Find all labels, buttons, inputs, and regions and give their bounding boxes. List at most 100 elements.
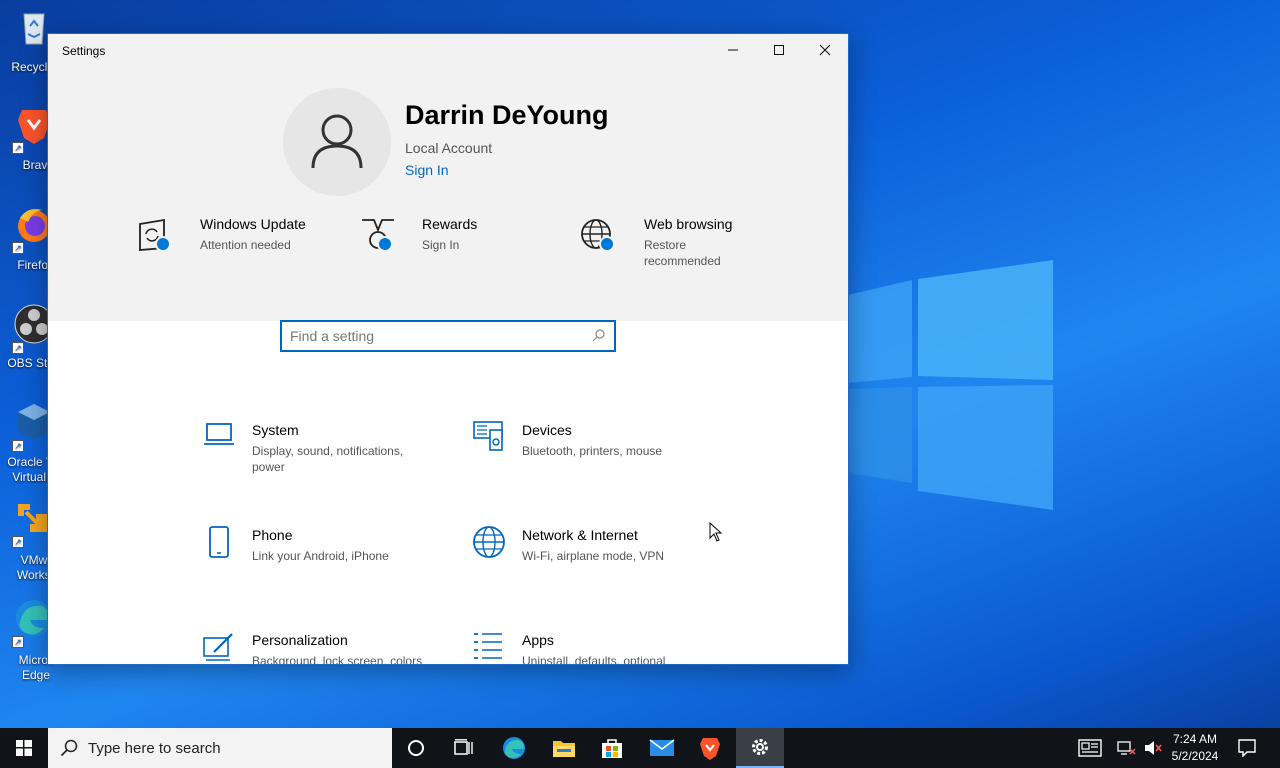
- tile-web-browsing[interactable]: Web browsing Restore recommended: [580, 216, 790, 286]
- desktop-icon-firefox[interactable]: ↗ Firefox: [0, 204, 54, 274]
- shortcut-arrow-icon: ↗: [12, 536, 24, 548]
- taskbar-search-placeholder: Type here to search: [88, 740, 221, 757]
- category-apps[interactable]: Apps Uninstall, defaults, optional: [472, 630, 722, 665]
- mail-icon: [649, 739, 675, 756]
- phone-icon: [209, 526, 229, 558]
- tile-subtitle: Restore recommended: [644, 238, 721, 268]
- category-subtitle: Display, sound, notifications, power: [252, 444, 404, 474]
- category-subtitle: Bluetooth, printers, mouse: [522, 444, 663, 458]
- task-view-button[interactable]: [440, 728, 488, 768]
- settings-window: Settings Darrin DeYoung Local Account Si…: [47, 33, 849, 665]
- web-browsing-icon: [581, 219, 611, 249]
- search-icon: [60, 739, 78, 757]
- maximize-icon: [774, 45, 784, 55]
- category-title: Personalization: [252, 632, 348, 648]
- avatar[interactable]: [283, 88, 391, 196]
- status-dot-icon: [155, 236, 171, 252]
- taskbar-file-explorer[interactable]: [540, 728, 588, 768]
- sign-in-link[interactable]: Sign In: [405, 162, 449, 178]
- folder-icon: [553, 741, 575, 757]
- shortcut-arrow-icon: ↗: [12, 142, 24, 154]
- taskbar-search-box[interactable]: Type here to search: [48, 728, 392, 768]
- windows-wallpaper-logo: [848, 260, 1053, 510]
- store-icon: [602, 739, 622, 758]
- action-center-button[interactable]: [1224, 728, 1270, 768]
- category-subtitle: Wi-Fi, airplane mode, VPN: [522, 549, 665, 563]
- desktop-icon-obs[interactable]: ↗ OBS Stu: [0, 304, 54, 374]
- clock-date: 5/2/2024: [1171, 749, 1219, 763]
- tile-subtitle: Attention needed: [200, 238, 291, 252]
- taskbar-edge[interactable]: [490, 728, 538, 768]
- taskbar: Type here to search 7:24 AM 5/2/2024: [0, 728, 1280, 768]
- shortcut-arrow-icon: ↗: [12, 342, 24, 354]
- category-subtitle: Link your Android, iPhone: [252, 549, 389, 563]
- maximize-button[interactable]: [756, 34, 802, 66]
- brave-icon: [700, 738, 720, 760]
- gear-icon: [752, 739, 768, 755]
- taskbar-brave[interactable]: [686, 728, 734, 768]
- apps-list-icon: [474, 633, 502, 659]
- news-and-interests-button[interactable]: [1068, 728, 1112, 768]
- category-subtitle: Background, lock screen, colors: [252, 654, 423, 665]
- tile-rewards[interactable]: Rewards Sign In: [358, 216, 568, 286]
- category-title: System: [252, 422, 299, 438]
- cortana-icon: [408, 740, 424, 756]
- desktop-icon-label-line2: Edge: [21, 668, 50, 682]
- volume-muted-icon: [1145, 741, 1162, 755]
- category-title: Apps: [522, 632, 554, 648]
- close-button[interactable]: [802, 34, 848, 66]
- globe-icon: [473, 526, 505, 558]
- account-header: Darrin DeYoung Local Account Sign In Win…: [48, 66, 848, 321]
- desktop-icon-vmware[interactable]: ↗ VMwa Workst: [0, 498, 54, 584]
- window-title: Settings: [62, 44, 106, 58]
- cortana-button[interactable]: [392, 728, 440, 768]
- edge-icon: [503, 737, 525, 759]
- search-input[interactable]: [290, 327, 580, 345]
- category-network[interactable]: Network & Internet Wi-Fi, airplane mode,…: [472, 525, 722, 595]
- desktop-icon-recycle-bin[interactable]: Recycle: [0, 6, 54, 76]
- shortcut-arrow-icon: ↗: [12, 440, 24, 452]
- notification-icon: [1238, 739, 1256, 757]
- volume-tray-button[interactable]: [1140, 728, 1166, 768]
- category-subtitle: Uninstall, defaults, optional: [522, 654, 666, 665]
- laptop-icon: [204, 423, 234, 445]
- rewards-icon: [362, 219, 394, 249]
- category-title: Network & Internet: [522, 527, 638, 543]
- desktop-icon-virtualbox[interactable]: ↗ Oracle V VirtualB: [0, 402, 54, 488]
- search-icon: [592, 329, 605, 342]
- task-view-icon: [454, 739, 473, 755]
- category-system[interactable]: System Display, sound, notifications, po…: [202, 420, 452, 490]
- user-icon: [311, 114, 363, 169]
- close-icon: [819, 44, 831, 56]
- network-tray-button[interactable]: [1112, 728, 1140, 768]
- network-disconnected-icon: [1117, 741, 1136, 755]
- clock-time: 7:24 AM: [1172, 732, 1218, 746]
- taskbar-clock[interactable]: 7:24 AM 5/2/2024: [1165, 731, 1225, 765]
- start-button[interactable]: [0, 728, 48, 768]
- tile-subtitle: Sign In: [422, 238, 460, 252]
- tile-title: Rewards: [422, 216, 478, 232]
- tile-windows-update[interactable]: Windows Update Attention needed: [136, 216, 346, 286]
- status-dot-icon: [377, 236, 393, 252]
- user-name: Darrin DeYoung: [405, 100, 609, 130]
- taskbar-settings[interactable]: [736, 728, 784, 768]
- desktop-icon-edge[interactable]: ↗ Micros Edge: [0, 598, 54, 684]
- title-bar[interactable]: Settings: [48, 34, 848, 66]
- desktop-icon-brave[interactable]: ↗ Brave: [0, 104, 54, 174]
- minimize-icon: [728, 49, 738, 51]
- category-personalization[interactable]: Personalization Background, lock screen,…: [202, 630, 452, 665]
- mouse-cursor-icon: [709, 522, 723, 542]
- taskbar-mail[interactable]: [638, 728, 686, 768]
- status-dot-icon: [599, 236, 615, 252]
- taskbar-store[interactable]: [588, 728, 636, 768]
- minimize-button[interactable]: [710, 34, 756, 66]
- find-setting-search[interactable]: [280, 320, 616, 352]
- category-devices[interactable]: Devices Bluetooth, printers, mouse: [472, 420, 722, 490]
- shortcut-arrow-icon: ↗: [12, 242, 24, 254]
- category-title: Phone: [252, 527, 293, 543]
- devices-icon: [473, 421, 503, 451]
- category-phone[interactable]: Phone Link your Android, iPhone: [202, 525, 452, 595]
- category-title: Devices: [522, 422, 572, 438]
- shortcut-arrow-icon: ↗: [12, 636, 24, 648]
- tile-title: Windows Update: [200, 216, 306, 232]
